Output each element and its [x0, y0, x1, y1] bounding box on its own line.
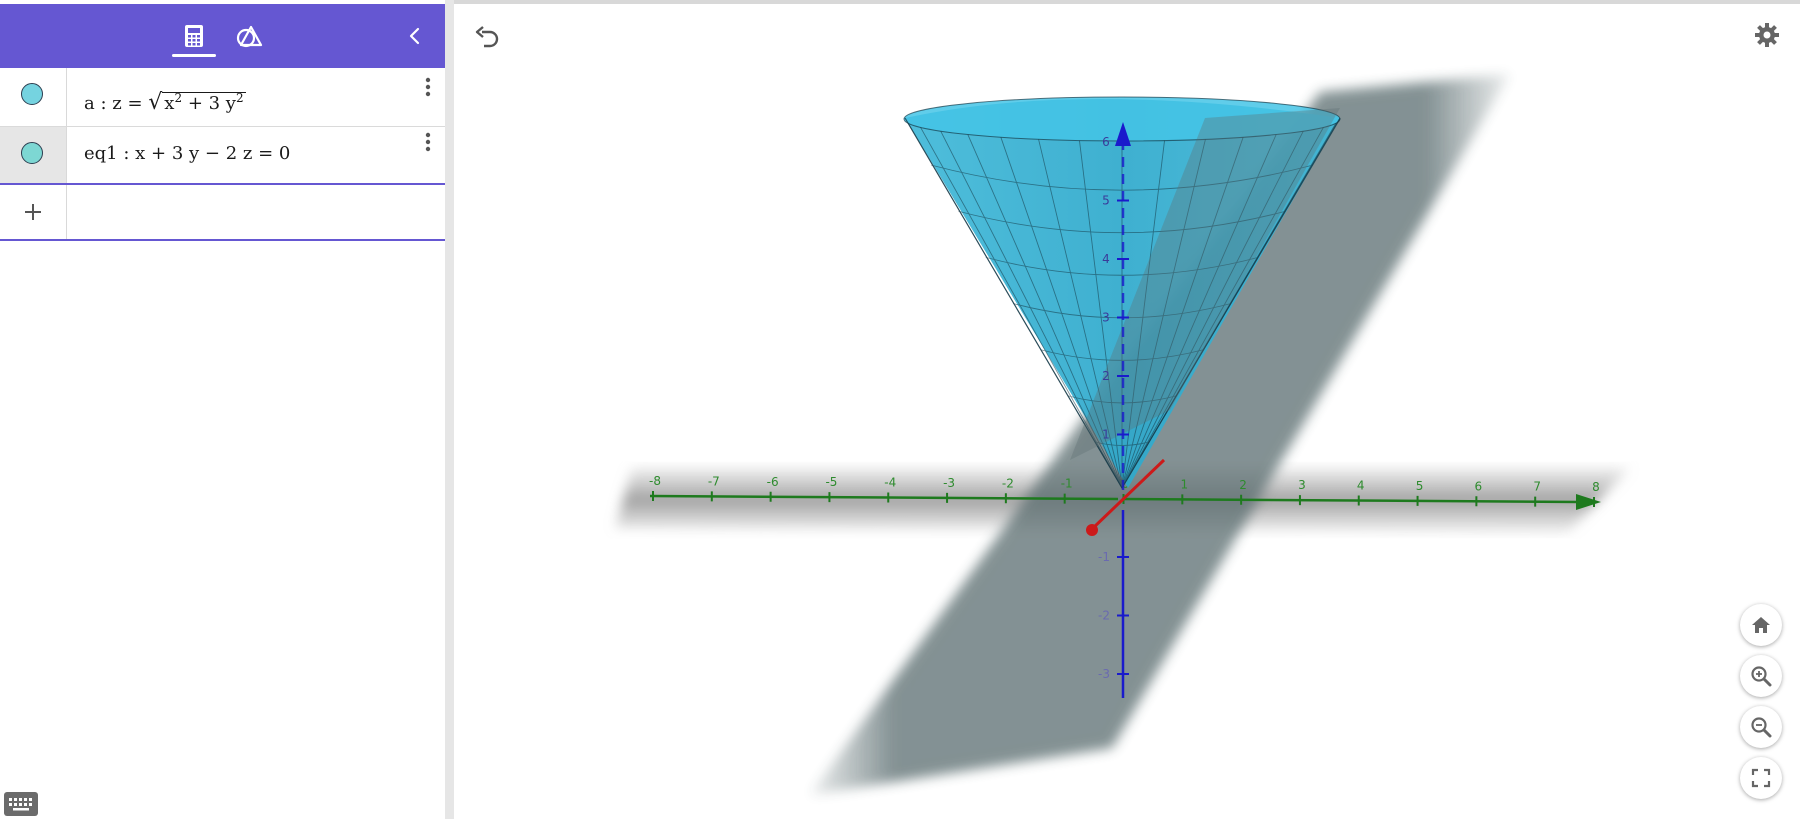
x-tick-label: -8 — [649, 474, 661, 488]
3d-scene: -8 -7 -6 -5 -4 -3 -2 -1 0 1 2 3 4 5 6 7 8 654321-1-2-3 — [615, 74, 1630, 795]
gear-icon[interactable] — [1750, 18, 1784, 52]
x-tick-label: 5 — [1416, 479, 1424, 493]
x-tick-label: 2 — [1239, 478, 1247, 492]
zoom-in-icon[interactable] — [1740, 655, 1782, 697]
x-tick-label: 7 — [1533, 480, 1541, 494]
z-tick-label: 3 — [1102, 311, 1110, 325]
x-tick-label: -6 — [767, 475, 779, 489]
z-tick-label: -2 — [1098, 609, 1110, 623]
x-tick-label: -3 — [943, 476, 955, 490]
z-tick-label: -1 — [1098, 550, 1110, 564]
z-tick-label: 1 — [1102, 428, 1110, 442]
y-axis-end-point — [1086, 524, 1098, 536]
x-tick-label: 6 — [1475, 479, 1483, 493]
x-tick-label: 4 — [1357, 479, 1365, 493]
x-tick-label: 8 — [1592, 480, 1600, 494]
fullscreen-icon[interactable] — [1740, 757, 1782, 799]
home-icon[interactable] — [1740, 604, 1782, 646]
x-tick-label: 1 — [1180, 477, 1188, 491]
z-tick-label: 2 — [1102, 369, 1110, 383]
z-tick-label: 4 — [1102, 252, 1110, 266]
x-tick-label: -1 — [1061, 477, 1073, 491]
z-tick-label: 6 — [1102, 135, 1110, 149]
x-tick-label: -4 — [884, 476, 896, 490]
x-tick-label: 3 — [1298, 478, 1306, 492]
z-tick-label: 5 — [1102, 194, 1110, 208]
undo-icon[interactable] — [470, 22, 504, 52]
z-tick-label: -3 — [1098, 667, 1110, 681]
x-tick-label: -2 — [1002, 476, 1014, 490]
zoom-out-icon[interactable] — [1740, 706, 1782, 748]
x-tick-label: -7 — [708, 474, 720, 488]
x-tick-label: -5 — [825, 475, 837, 489]
